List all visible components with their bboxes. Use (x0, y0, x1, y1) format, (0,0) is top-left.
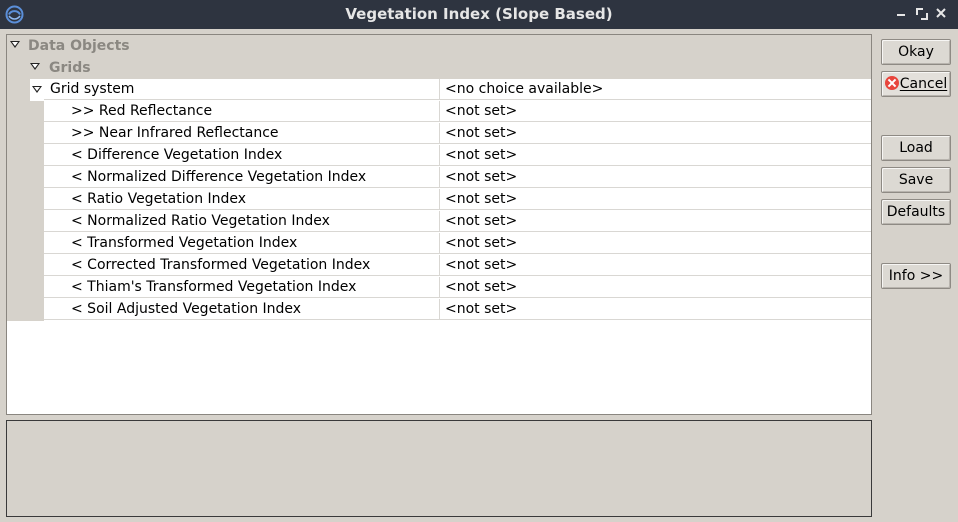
parameter-row[interactable]: >> Near Infrared Reflectance <not set> (7, 123, 871, 145)
maximize-icon[interactable] (914, 6, 930, 22)
parameter-row[interactable]: < Normalized Difference Vegetation Index… (7, 167, 871, 189)
title-bar[interactable]: Vegetation Index (Slope Based) (0, 0, 958, 29)
parameter-row[interactable]: < Transformed Vegetation Index <not set> (7, 233, 871, 255)
parameter-name: < Transformed Vegetation Index (44, 233, 440, 254)
parameter-row[interactable]: < Corrected Transformed Vegetation Index… (7, 255, 871, 277)
collapse-triangle-icon[interactable] (32, 86, 42, 93)
parameter-value[interactable]: <not set> (440, 123, 871, 144)
parameter-value[interactable]: <not set> (440, 145, 871, 166)
parameter-row[interactable]: >> Red Reflectance <not set> (7, 101, 871, 123)
collapse-triangle-icon[interactable] (30, 63, 40, 70)
parameter-name: < Normalized Ratio Vegetation Index (44, 211, 440, 232)
minimize-icon[interactable] (894, 6, 910, 22)
parameter-value[interactable]: <not set> (440, 101, 871, 122)
cancel-button[interactable]: Cancel (881, 71, 951, 97)
grid-system-value[interactable]: <no choice available> (440, 79, 871, 100)
parameter-name: >> Near Infrared Reflectance (44, 123, 440, 144)
parameter-row[interactable]: < Normalized Ratio Vegetation Index <not… (7, 211, 871, 233)
parameter-name: < Difference Vegetation Index (44, 145, 440, 166)
tree-root-row[interactable]: Data Objects (7, 35, 871, 57)
parameter-row[interactable]: < Thiam's Transformed Vegetation Index <… (7, 277, 871, 299)
tree-group-label: Grids (49, 60, 91, 76)
parameter-value[interactable]: <not set> (440, 255, 871, 276)
tree-group-row[interactable]: Grids (7, 57, 871, 79)
parameter-row[interactable]: < Soil Adjusted Vegetation Index <not se… (7, 299, 871, 321)
window-title: Vegetation Index (Slope Based) (345, 5, 613, 23)
collapse-triangle-icon[interactable] (10, 41, 20, 48)
tree-root-label: Data Objects (28, 38, 130, 54)
grid-system-label: Grid system (44, 79, 440, 100)
parameter-value[interactable]: <not set> (440, 211, 871, 232)
parameter-name: < Corrected Transformed Vegetation Index (44, 255, 440, 276)
parameter-value[interactable]: <not set> (440, 233, 871, 254)
parameter-row[interactable]: < Difference Vegetation Index <not set> (7, 145, 871, 167)
cancel-button-label: Cancel (899, 76, 948, 92)
description-panel (6, 420, 872, 517)
save-button[interactable]: Save (881, 167, 951, 193)
parameter-row[interactable]: < Ratio Vegetation Index <not set> (7, 189, 871, 211)
parameter-name: < Soil Adjusted Vegetation Index (44, 299, 440, 320)
info-button[interactable]: Info >> (881, 263, 951, 289)
parameter-name: < Normalized Difference Vegetation Index (44, 167, 440, 188)
parameter-name: < Ratio Vegetation Index (44, 189, 440, 210)
parameter-value[interactable]: <not set> (440, 167, 871, 188)
parameter-value[interactable]: <not set> (440, 299, 871, 320)
parameter-tree: Data Objects Grids Grid system <no choic… (6, 34, 872, 415)
okay-button[interactable]: Okay (881, 39, 951, 65)
parameter-value[interactable]: <not set> (440, 189, 871, 210)
parameter-name: >> Red Reflectance (44, 101, 440, 122)
defaults-button[interactable]: Defaults (881, 199, 951, 225)
parameter-name: < Thiam's Transformed Vegetation Index (44, 277, 440, 298)
load-button[interactable]: Load (881, 135, 951, 161)
parameter-value[interactable]: <not set> (440, 277, 871, 298)
grid-system-row[interactable]: Grid system <no choice available> (7, 79, 871, 101)
close-icon[interactable] (934, 6, 950, 22)
cancel-icon (884, 76, 899, 90)
